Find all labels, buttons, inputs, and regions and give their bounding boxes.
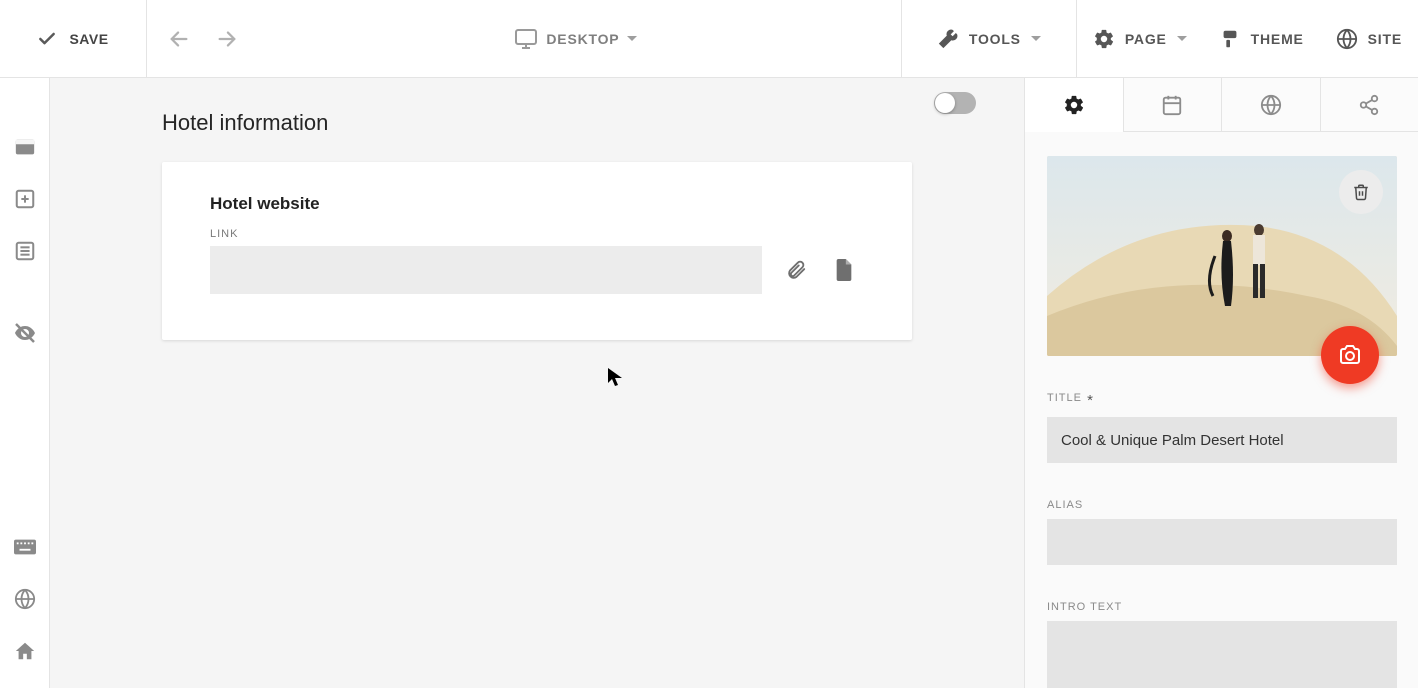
link-field-label: LINK: [210, 228, 864, 240]
left-sidebar: [0, 78, 50, 688]
chevron-down-icon: [1177, 36, 1187, 41]
site-button[interactable]: SITE: [1320, 0, 1418, 77]
attach-button[interactable]: [782, 256, 810, 284]
chevron-down-icon: [1031, 36, 1041, 41]
paint-icon: [1219, 28, 1241, 50]
device-label: DESKTOP: [546, 31, 619, 47]
share-icon: [1358, 94, 1380, 116]
nav-forward-button[interactable]: [203, 0, 251, 77]
theme-label: THEME: [1251, 31, 1304, 47]
link-card: Hotel website LINK: [162, 162, 912, 340]
globe-icon: [14, 588, 36, 610]
file-button[interactable]: [830, 256, 858, 284]
intro-field-label: INTRO TEXT: [1047, 601, 1396, 613]
home-icon: [14, 640, 36, 662]
editor-canvas: Hotel information Hotel website LINK: [50, 78, 1024, 688]
delete-image-button[interactable]: [1339, 170, 1383, 214]
page-label: PAGE: [1125, 31, 1167, 47]
check-icon: [37, 29, 57, 49]
workspace: Hotel information Hotel website LINK: [0, 78, 1418, 688]
properties-content: TITLE * ALIAS INTRO TEXT: [1025, 132, 1418, 688]
paperclip-icon: [785, 259, 807, 281]
list-icon: [14, 240, 36, 262]
card-icon: [14, 136, 36, 158]
featured-image-wrap: [1047, 156, 1397, 356]
sidebar-home-button[interactable]: [12, 638, 38, 664]
file-icon: [834, 259, 854, 281]
publish-toggle[interactable]: [934, 92, 976, 114]
monitor-icon: [514, 27, 538, 51]
gear-icon: [1063, 94, 1085, 116]
nav-back-button[interactable]: [155, 0, 203, 77]
site-label: SITE: [1368, 31, 1402, 47]
change-image-button[interactable]: [1321, 326, 1379, 384]
tab-schedule[interactable]: [1124, 78, 1223, 132]
sidebar-card-button[interactable]: [12, 134, 38, 160]
sidebar-visibility-button[interactable]: [12, 320, 38, 346]
arrow-left-icon: [168, 28, 190, 50]
gear-icon: [1093, 28, 1115, 50]
trash-icon: [1352, 183, 1370, 201]
section-title: Hotel information: [162, 110, 994, 136]
leftbar-top-group: [12, 78, 38, 534]
calendar-icon: [1161, 94, 1183, 116]
sidebar-keyboard-button[interactable]: [12, 534, 38, 560]
tab-settings[interactable]: [1025, 78, 1124, 132]
cursor-icon: [608, 368, 622, 386]
keyboard-icon: [14, 539, 36, 555]
link-row: [210, 246, 864, 294]
link-input[interactable]: [210, 246, 762, 294]
properties-panel: TITLE * ALIAS INTRO TEXT: [1024, 78, 1418, 688]
page-menu-button[interactable]: PAGE: [1077, 0, 1203, 77]
toggle-knob: [935, 93, 955, 113]
card-title: Hotel website: [210, 194, 864, 214]
add-square-icon: [14, 188, 36, 210]
leftbar-bottom-group: [12, 534, 38, 688]
arrow-right-icon: [216, 28, 238, 50]
alias-field-label: ALIAS: [1047, 499, 1396, 511]
chevron-down-icon: [627, 36, 637, 41]
device-preview-selector[interactable]: DESKTOP: [251, 0, 901, 77]
save-button[interactable]: SAVE: [0, 0, 147, 77]
tools-menu-button[interactable]: TOOLS: [901, 0, 1077, 77]
globe-icon: [1336, 28, 1358, 50]
tools-label: TOOLS: [969, 31, 1021, 47]
sidebar-list-button[interactable]: [12, 238, 38, 264]
eye-off-icon: [13, 321, 37, 345]
camera-icon: [1338, 343, 1362, 367]
theme-button[interactable]: THEME: [1203, 0, 1320, 77]
topbar-right-group: PAGE THEME SITE: [1077, 0, 1418, 77]
save-label: SAVE: [69, 31, 108, 47]
globe-icon: [1260, 94, 1282, 116]
title-input[interactable]: [1047, 417, 1397, 463]
alias-input[interactable]: [1047, 519, 1397, 565]
intro-textarea[interactable]: [1047, 621, 1397, 688]
sidebar-globe-button[interactable]: [12, 586, 38, 612]
sidebar-add-button[interactable]: [12, 186, 38, 212]
top-toolbar: SAVE DESKTOP TOOLS PAGE THEME SITE: [0, 0, 1418, 78]
tab-share[interactable]: [1321, 78, 1418, 132]
properties-tabs: [1025, 78, 1418, 132]
tab-seo[interactable]: [1222, 78, 1321, 132]
wrench-icon: [937, 28, 959, 50]
title-field-label: TITLE *: [1047, 392, 1396, 409]
